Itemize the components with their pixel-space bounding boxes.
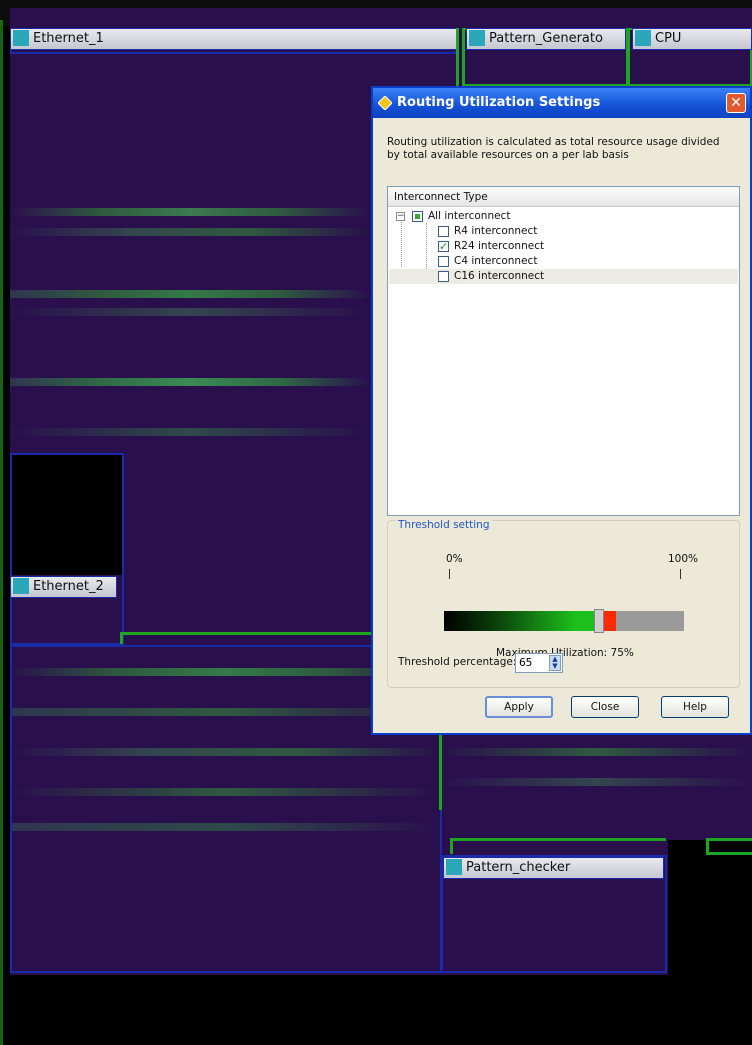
r24-checkbox[interactable]: ✓ bbox=[438, 241, 449, 252]
boundary-line bbox=[120, 632, 123, 644]
threshold-percentage-spinbox[interactable]: 65 ▲ ▼ bbox=[515, 653, 563, 673]
tree-column-header[interactable]: Interconnect Type bbox=[388, 187, 739, 207]
heat-band bbox=[10, 428, 370, 436]
floorplan-canvas[interactable]: Ethernet_1 Pattern_Generato CPU Ethernet… bbox=[0, 0, 752, 1045]
tree-guide-line bbox=[426, 223, 427, 271]
tree-item-label: All interconnect bbox=[428, 210, 511, 222]
region-swatch-icon bbox=[446, 858, 462, 875]
help-button[interactable]: Help bbox=[661, 696, 729, 718]
heat-band bbox=[10, 208, 370, 216]
tree-item-label: C16 interconnect bbox=[454, 270, 545, 282]
routing-utilization-dialog: Routing Utilization Settings ✕ Routing u… bbox=[371, 86, 752, 735]
collapse-toggle-icon[interactable]: − bbox=[396, 212, 405, 221]
boundary-line bbox=[456, 28, 459, 88]
slider-max-label: 100% bbox=[668, 553, 699, 565]
description-line-2: by total available resources on a per la… bbox=[387, 149, 629, 161]
region-ethernet-1-label[interactable]: Ethernet_1 bbox=[10, 28, 457, 50]
tree-item-r4[interactable]: R4 interconnect bbox=[438, 224, 638, 239]
region-swatch-icon bbox=[469, 29, 485, 46]
tree-item-label: C4 interconnect bbox=[454, 255, 538, 267]
region-pattern-checker-label[interactable]: Pattern_checker bbox=[443, 857, 664, 879]
close-icon[interactable]: ✕ bbox=[726, 93, 746, 113]
threshold-slider-handle[interactable] bbox=[594, 609, 604, 633]
all-interconnect-checkbox[interactable] bbox=[412, 211, 423, 222]
region-swatch-icon bbox=[13, 29, 29, 46]
tree-guide-line bbox=[401, 219, 402, 267]
dialog-titlebar[interactable]: Routing Utilization Settings ✕ bbox=[373, 88, 750, 118]
boundary-line bbox=[706, 838, 752, 841]
max-utilization-marker bbox=[604, 611, 616, 631]
region-swatch-icon bbox=[635, 29, 651, 46]
boundary-line bbox=[626, 28, 629, 88]
boundary-line bbox=[122, 632, 372, 635]
tree-item-r24[interactable]: ✓ R24 interconnect bbox=[438, 239, 638, 254]
heat-band bbox=[10, 228, 370, 236]
boundary-line bbox=[706, 838, 709, 855]
utilization-color-bar[interactable] bbox=[444, 609, 684, 633]
c16-checkbox[interactable] bbox=[438, 271, 449, 282]
region-ethernet-2[interactable] bbox=[10, 453, 124, 645]
boundary-line bbox=[462, 28, 465, 88]
close-button[interactable]: Close bbox=[571, 696, 639, 718]
heat-band bbox=[440, 748, 752, 756]
boundary-line bbox=[450, 838, 453, 854]
c4-checkbox[interactable] bbox=[438, 256, 449, 267]
slider-min-tick bbox=[449, 569, 450, 579]
threshold-setting-group: Threshold setting 0% 100% Maximum Utiliz… bbox=[387, 519, 740, 688]
boundary-line bbox=[0, 20, 3, 1045]
boundary-line bbox=[439, 735, 442, 810]
dialog-description: Routing utilization is calculated as tot… bbox=[387, 136, 737, 162]
heat-band bbox=[440, 778, 752, 786]
region-pattern-generator-label[interactable]: Pattern_Generato bbox=[466, 28, 626, 50]
region-ethernet-2-label[interactable]: Ethernet_2 bbox=[10, 576, 117, 598]
region-swatch-icon bbox=[13, 577, 29, 594]
threshold-value: 65 bbox=[519, 657, 533, 669]
dialog-title: Routing Utilization Settings bbox=[397, 95, 601, 110]
checkmark-icon: ✓ bbox=[439, 240, 449, 253]
threshold-group-title: Threshold setting bbox=[396, 519, 492, 531]
tree-item-label: R24 interconnect bbox=[454, 240, 545, 252]
boundary-line bbox=[450, 838, 666, 841]
unused-block-right bbox=[668, 840, 752, 975]
tree-item-all-interconnect[interactable]: − All interconnect bbox=[396, 209, 596, 224]
apply-button[interactable]: Apply bbox=[485, 696, 553, 718]
heat-band bbox=[10, 378, 370, 386]
description-line-1: Routing utilization is calculated as tot… bbox=[387, 136, 720, 148]
threshold-percentage-label: Threshold percentage: bbox=[398, 656, 517, 668]
slider-min-label: 0% bbox=[446, 553, 463, 565]
unused-area-bottom bbox=[0, 975, 752, 1045]
app-diamond-icon bbox=[378, 96, 392, 110]
spin-arrows-icon[interactable]: ▲ ▼ bbox=[549, 655, 561, 671]
tree-item-c4[interactable]: C4 interconnect bbox=[438, 254, 638, 269]
heat-band bbox=[10, 290, 370, 298]
interconnect-tree[interactable]: Interconnect Type − All interconnect R4 … bbox=[387, 186, 740, 516]
tree-item-c16[interactable]: C16 interconnect bbox=[389, 269, 738, 284]
r4-checkbox[interactable] bbox=[438, 226, 449, 237]
slider-max-tick bbox=[680, 569, 681, 579]
tree-item-label: R4 interconnect bbox=[454, 225, 538, 237]
region-cpu-label[interactable]: CPU bbox=[632, 28, 752, 50]
boundary-line bbox=[706, 852, 752, 855]
heat-band bbox=[10, 308, 370, 316]
